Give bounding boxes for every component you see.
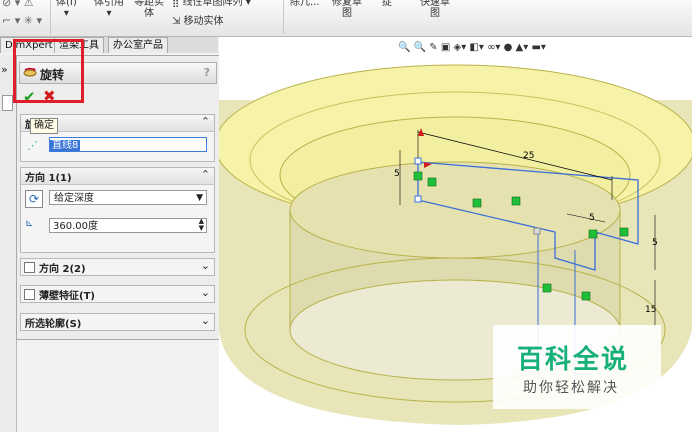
hide-show-icon[interactable]: ∞▾: [487, 42, 500, 53]
direction2-label: 方向 2(2): [39, 264, 86, 275]
expand-down-icon[interactable]: ⌄: [201, 286, 210, 299]
axis-selection-box[interactable]: 直线8: [49, 137, 207, 152]
direction2-checkbox[interactable]: [24, 262, 35, 273]
collapse-up-icon[interactable]: ⌃: [201, 168, 210, 181]
ok-tooltip: 确定: [30, 118, 58, 134]
collapse-up-icon[interactable]: ⌃: [201, 115, 210, 128]
group-direction1: 方向 1(1) ⌃ ⟳ 给定深度 ▼ ⊾ 360.00度 ▲ ▼: [20, 167, 215, 253]
zoom-to-area-icon[interactable]: 🔍: [414, 42, 426, 53]
axis-selection-value: 直线8: [50, 140, 81, 151]
help-icon[interactable]: ?: [204, 66, 210, 79]
ribbon-item-body[interactable]: 体(I) ▾: [56, 0, 77, 19]
thin-feature-label: 薄壁特征(T): [39, 291, 95, 302]
dim-5-mid[interactable]: 5: [589, 213, 595, 223]
left-collapse-strip: »: [0, 55, 17, 432]
ribbon-item-quick-snaps[interactable]: 快速草图: [420, 0, 450, 19]
ribbon-toolbar: ⊘ ▾ ⚠ ⌐ ▾ ✳ ▾ 体(I) ▾ 体引用 ▾ 等距实体 ⣿ 线性草图阵列 ▾…: [0, 0, 692, 37]
dropdown-arrow-icon[interactable]: ▼: [196, 191, 203, 206]
heads-up-view-toolbar: 🔍 🔍 ✎ ▣ ◈▾ ◧▾ ∞▾ ● ▲▾ ▬▾: [398, 42, 546, 53]
group-direction1-header[interactable]: 方向 1(1) ⌃: [21, 168, 214, 185]
angle-icon: ⊾: [25, 218, 34, 229]
selected-contours-label: 所选轮廓(S): [25, 319, 82, 330]
spinner-icon[interactable]: ▲ ▼: [199, 218, 204, 232]
previous-view-icon[interactable]: ✎: [429, 42, 437, 53]
zoom-to-fit-icon[interactable]: 🔍: [398, 42, 410, 53]
scene-icon[interactable]: ▲▾: [516, 42, 529, 53]
feature-tree-tab[interactable]: [2, 95, 13, 111]
expand-down-icon[interactable]: ⌄: [201, 259, 210, 272]
ribbon-item-linear-pattern[interactable]: ⣿ 线性草图阵列 ▾: [172, 0, 251, 8]
display-style-icon[interactable]: ◧▾: [469, 42, 483, 53]
group-selected-contours[interactable]: 所选轮廓(S) ⌄: [20, 313, 215, 331]
ribbon-item-snap[interactable]: 捉: [382, 0, 392, 8]
ribbon-item-body-ref[interactable]: 体引用 ▾: [94, 0, 124, 19]
ribbon-item-display-delete[interactable]: 除几...: [290, 0, 320, 8]
end-condition-value: 给定深度: [54, 193, 94, 204]
group-thin-feature[interactable]: 薄壁特征(T) ⌄: [20, 285, 215, 303]
double-chevron-icon[interactable]: »: [1, 63, 8, 76]
snap-icon[interactable]: ⌐ ▾ ✳ ▾: [2, 14, 42, 27]
watermark-title: 百科全说: [517, 345, 630, 375]
group-direction2[interactable]: 方向 2(2) ⌄: [20, 258, 215, 276]
view-settings-icon[interactable]: ▬▾: [531, 42, 545, 53]
appearance-icon[interactable]: ●: [504, 42, 513, 53]
dim-15[interactable]: 15: [645, 305, 656, 315]
ribbon-item-offset-entities[interactable]: 等距实体: [134, 0, 164, 19]
tab-office-products[interactable]: 办公室产品: [108, 37, 168, 53]
ribbon-item-repair-sketch[interactable]: 修复草图: [332, 0, 362, 19]
watermark-subtitle: 助你轻松解决: [523, 380, 619, 396]
ribbon-item-move-entities[interactable]: ⇲ 移动实体: [172, 16, 224, 27]
reverse-direction-icon[interactable]: ⟳: [25, 190, 43, 208]
dim-5-right[interactable]: 5: [652, 238, 658, 248]
watermark-logo: 百科全说 助你轻松解决: [493, 325, 661, 409]
angle-value: 360.00度: [53, 221, 98, 232]
view-orientation-icon[interactable]: ◈▾: [454, 42, 467, 53]
thin-feature-checkbox[interactable]: [24, 289, 35, 300]
expand-down-icon[interactable]: ⌄: [201, 314, 210, 327]
highlight-box: [13, 39, 84, 103]
section-view-icon[interactable]: ▣: [441, 42, 450, 53]
direction1-label: 方向 1(1): [25, 173, 72, 184]
end-condition-select[interactable]: 给定深度 ▼: [49, 190, 207, 205]
dim-5-left[interactable]: 5: [394, 169, 400, 179]
dim-25[interactable]: 25: [523, 151, 534, 161]
angle-input[interactable]: 360.00度 ▲ ▼: [49, 218, 207, 233]
axis-line-icon: ⋰: [27, 139, 38, 152]
pencil-icon[interactable]: ⊘ ▾ ⚠: [2, 0, 34, 9]
